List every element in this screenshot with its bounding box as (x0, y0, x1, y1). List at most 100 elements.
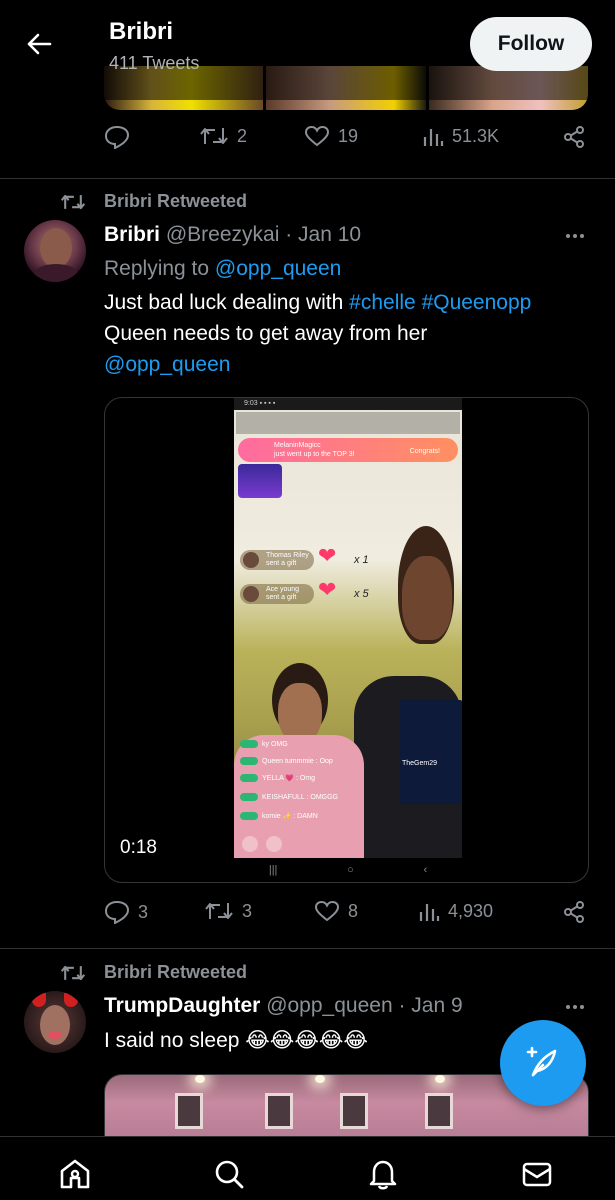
ceiling-light (195, 1075, 205, 1083)
dot (580, 1005, 584, 1009)
compose-tweet-button[interactable] (500, 1020, 586, 1106)
arrow-left-icon (27, 33, 52, 55)
tweet-actions: 3 3 8 4,930 (104, 900, 589, 940)
mention-link[interactable]: @opp_queen (104, 353, 230, 376)
reply-button[interactable]: 3 (104, 900, 148, 924)
more-options-button[interactable] (560, 997, 590, 1017)
window (265, 1093, 293, 1129)
tweet-header: TrumpDaughter @opp_queen · Jan 9 (104, 994, 463, 1018)
follow-button[interactable]: Follow (470, 17, 592, 71)
gift-notice: Thomas Riley sent a gift (240, 550, 314, 570)
display-name[interactable]: TrumpDaughter (104, 994, 260, 1017)
hashtag-link[interactable]: #Queenopp (422, 291, 532, 314)
replying-handle-link[interactable]: @opp_queen (215, 257, 341, 280)
chat-level-badge (240, 774, 258, 783)
retweet-icon (200, 128, 228, 144)
tweet-date[interactable]: · Jan 10 (285, 223, 361, 246)
back-chevron-icon: ‹ (423, 864, 428, 876)
dot (573, 1005, 577, 1009)
link-icon (266, 836, 282, 852)
share-icon (564, 901, 584, 923)
tweet-text-plain: Just bad luck dealing with (104, 291, 344, 314)
share-button[interactable] (562, 125, 586, 149)
banner-action: Congrats! (409, 448, 440, 455)
heart-icon (304, 125, 330, 147)
live-badge (238, 464, 282, 498)
gift-user: Thomas Riley (266, 552, 309, 559)
compose-feather-icon (526, 1046, 557, 1077)
more-options-button[interactable] (560, 226, 590, 246)
like-count: 8 (348, 900, 359, 921)
retweet-label: Bribri Retweeted (60, 962, 247, 983)
tweet-actions: 2 19 51.3K (104, 125, 589, 165)
window (175, 1093, 203, 1129)
chat-text: YELLA 💗 : Omg (262, 775, 316, 782)
tweet-text-line: @opp_queen (104, 349, 594, 380)
handle[interactable]: @opp_queen (266, 994, 392, 1017)
recents-icon: ||| (268, 864, 278, 876)
video-player[interactable]: 9:03 ▪ ▪ ▪ ▪ MelaninMagicc just went up … (104, 397, 589, 883)
figure-face (402, 556, 452, 640)
views-button[interactable]: 51.3K (422, 125, 499, 147)
ceiling-light (315, 1075, 325, 1083)
handle[interactable]: @Breezykai (166, 223, 280, 246)
ceiling-light (435, 1075, 445, 1083)
heart-gift-icon: ❤ (318, 577, 337, 602)
avatar[interactable] (24, 220, 86, 282)
home-icon (60, 1159, 90, 1189)
gift-sub: sent a gift (266, 560, 297, 567)
replying-to: Replying to @opp_queen (104, 257, 341, 281)
gift-avatar (243, 552, 259, 568)
views-button[interactable]: 4,930 (418, 900, 493, 922)
messages-icon (522, 1162, 552, 1187)
guest-video-pip: TheGem29 (400, 700, 462, 804)
tweet-text-line: Queen needs to get away from her (104, 322, 428, 345)
tweet-date[interactable]: · Jan 9 (398, 994, 462, 1017)
profile-header: Bribri 411 Tweets Follow (0, 0, 615, 100)
replying-prefix: Replying to (104, 257, 210, 280)
hashtag-link[interactable]: #chelle (349, 291, 416, 314)
gift-sub: sent a gift (266, 594, 297, 601)
views-chart-icon (419, 904, 440, 921)
notifications-icon (369, 1160, 397, 1190)
nav-messages[interactable] (520, 1157, 554, 1191)
view-count: 4,930 (448, 900, 494, 921)
dot (580, 234, 584, 238)
share-button[interactable] (562, 900, 586, 924)
chat-line: KEISHAFULL : OMGGG (240, 793, 338, 801)
dot (566, 234, 570, 238)
reply-button[interactable] (104, 125, 138, 149)
display-name[interactable]: Bribri (104, 223, 160, 246)
profile-name: Bribri (109, 18, 174, 45)
avatar[interactable] (24, 991, 86, 1053)
back-button[interactable] (18, 26, 60, 62)
retweet-button[interactable]: 3 (204, 900, 252, 922)
nav-notifications[interactable] (366, 1157, 400, 1191)
share-icon (564, 126, 584, 148)
tweet-text: Just bad luck dealing with #chelle #Quee… (104, 287, 594, 380)
reply-icon (104, 125, 130, 149)
chat-line: komie ✨ : DAMN (240, 812, 318, 821)
chat-line: Queen tummmie : Oop (240, 757, 333, 765)
like-count: 19 (338, 125, 359, 146)
divider (0, 948, 615, 949)
live-banner: MelaninMagicc just went up to the TOP 3!… (238, 438, 458, 462)
video-duration: 0:18 (120, 837, 157, 858)
retweet-count: 3 (242, 900, 253, 921)
pip-username: TheGem29 (402, 760, 438, 767)
nav-search[interactable] (212, 1157, 246, 1191)
live-bottom-bar (234, 830, 462, 858)
video-frame: 9:03 ▪ ▪ ▪ ▪ MelaninMagicc just went up … (234, 398, 462, 858)
like-button[interactable]: 8 (314, 900, 358, 922)
gift-avatar (243, 586, 259, 602)
retweet-count: 2 (237, 125, 248, 146)
gift-count: x 1 (354, 554, 369, 566)
retweet-label: Bribri Retweeted (60, 191, 247, 212)
retweet-button[interactable]: 2 (199, 125, 247, 147)
chat-text: ky OMG (262, 740, 288, 748)
search-icon (215, 1160, 244, 1189)
retweeted-by-text: Bribri Retweeted (104, 962, 248, 982)
tweet-header: Bribri @Breezykai · Jan 10 (104, 223, 361, 247)
nav-home[interactable] (58, 1157, 92, 1191)
like-button[interactable]: 19 (304, 125, 358, 147)
